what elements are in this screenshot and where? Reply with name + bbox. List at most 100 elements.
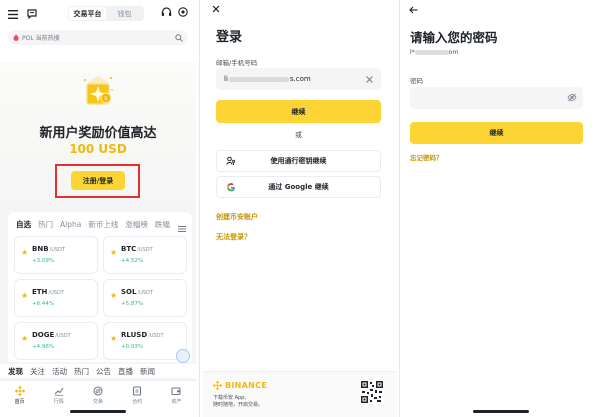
coin-card[interactable]: ★ RLUSD/USDT +0.03% bbox=[103, 322, 187, 360]
coin-symbol: BNB bbox=[32, 245, 49, 253]
coin-change: +6.44% bbox=[32, 301, 55, 307]
close-icon[interactable] bbox=[212, 5, 220, 13]
tab-hot[interactable]: 热门 bbox=[38, 219, 53, 230]
binance-logo-icon bbox=[213, 381, 222, 390]
coin-symbol: RLUSD bbox=[121, 331, 148, 339]
headset-icon[interactable] bbox=[161, 7, 172, 17]
continue-button[interactable]: 继续 bbox=[216, 100, 381, 123]
reward-icon[interactable] bbox=[178, 7, 188, 17]
message-icon[interactable] bbox=[27, 9, 37, 19]
menu-icon[interactable] bbox=[8, 9, 18, 19]
star-icon[interactable]: ★ bbox=[110, 248, 117, 257]
email-label: 邮箱/手机号码 bbox=[216, 59, 258, 67]
passkey-icon bbox=[226, 156, 236, 166]
home-screen: 交易平台 钱包 POL 当前热搜 $ 新用户奖励价值高达 100 USD 注册/… bbox=[0, 0, 196, 417]
hot-flame-icon bbox=[13, 34, 19, 41]
nav-home[interactable]: 首页 bbox=[0, 381, 39, 417]
coin-symbol: ETH bbox=[32, 288, 48, 296]
google-icon bbox=[226, 182, 236, 192]
coin-change: +5.87% bbox=[121, 301, 144, 307]
feed-tab-live[interactable]: 直播 bbox=[118, 366, 133, 377]
back-arrow-icon[interactable] bbox=[409, 6, 418, 14]
market-section: 自选 热门 Alpha 新币上线 涨幅榜 跌幅 ★ BNB/USDT +3.09… bbox=[8, 212, 192, 362]
clear-icon[interactable] bbox=[366, 75, 373, 83]
feed-tabs: 发现 关注 活动 热门 公告 直播 新闻 bbox=[0, 364, 196, 378]
bottom-nav: 首页 行情 交易 合约 资产 bbox=[0, 380, 196, 417]
login-screen: 登录 邮箱/手机号码 li s.com 继续 或 使用通行密钥继续 通过 Goog… bbox=[203, 0, 397, 417]
coin-change: +4.96% bbox=[32, 344, 55, 350]
tab-exchange[interactable]: 交易平台 bbox=[69, 7, 106, 20]
feed-tab-discover[interactable]: 发现 bbox=[8, 366, 23, 377]
coin-card[interactable]: ★ DOGE/USDT +4.96% bbox=[14, 322, 98, 360]
redacted-text bbox=[228, 76, 289, 82]
coin-card[interactable]: ★ BNB/USDT +3.09% bbox=[14, 236, 98, 274]
binance-brand: BINANCE bbox=[213, 381, 267, 390]
create-account-link[interactable]: 创建币安账户 bbox=[216, 212, 258, 222]
continue-button[interactable]: 继续 bbox=[410, 122, 583, 144]
app-download-footer: BINANCE 下载币安 App。 随时随地，开启交易。 bbox=[203, 371, 397, 417]
passkey-label: 使用通行密钥继续 bbox=[270, 157, 327, 165]
floating-action-icon[interactable] bbox=[176, 349, 190, 363]
eye-off-icon[interactable] bbox=[567, 93, 577, 102]
google-button[interactable]: 通过 Google 继续 bbox=[216, 176, 381, 198]
nav-label: 交易 bbox=[93, 399, 104, 405]
coin-quote: /USDT bbox=[48, 290, 64, 296]
top-right-actions bbox=[161, 7, 188, 17]
feed-tab-events[interactable]: 活动 bbox=[52, 366, 67, 377]
password-field[interactable] bbox=[410, 87, 583, 109]
platform-switch: 交易平台 钱包 bbox=[68, 6, 144, 21]
coin-quote: /USDT bbox=[55, 333, 71, 339]
star-icon[interactable]: ★ bbox=[21, 291, 28, 300]
nav-assets[interactable]: 资产 bbox=[157, 381, 196, 417]
screen-divider bbox=[199, 0, 200, 417]
feed-tab-announcements[interactable]: 公告 bbox=[96, 366, 111, 377]
or-divider: 或 bbox=[295, 131, 302, 139]
tab-new-listings[interactable]: 新币上线 bbox=[88, 219, 118, 230]
account-prefix: l* bbox=[410, 49, 415, 56]
register-login-button[interactable]: 注册/登录 bbox=[71, 171, 125, 190]
page-title: 登录 bbox=[216, 30, 243, 45]
tab-gainers[interactable]: 涨幅榜 bbox=[125, 219, 148, 230]
futures-icon bbox=[132, 386, 142, 396]
coin-change: +4.52% bbox=[121, 258, 144, 264]
search-icon[interactable] bbox=[175, 33, 183, 42]
coin-quote: /USDT bbox=[137, 247, 153, 253]
search-placeholder: POL 当前热搜 bbox=[22, 35, 60, 42]
coin-card[interactable]: ★ ETH/USDT +6.44% bbox=[14, 279, 98, 317]
tab-wallet[interactable]: 钱包 bbox=[106, 7, 143, 20]
account-suffix: om bbox=[448, 49, 459, 56]
feed-tab-following[interactable]: 关注 bbox=[30, 366, 45, 377]
promo-amount: 100 USD bbox=[69, 142, 127, 156]
star-icon[interactable]: ★ bbox=[110, 291, 117, 300]
home-indicator bbox=[70, 410, 126, 413]
email-suffix: s.com bbox=[289, 75, 311, 83]
search-bar[interactable]: POL 当前热搜 bbox=[8, 30, 188, 45]
feed-tab-news[interactable]: 新闻 bbox=[140, 366, 155, 377]
coin-symbol: DOGE bbox=[32, 331, 55, 339]
tab-alpha[interactable]: Alpha bbox=[60, 220, 81, 229]
coin-card[interactable]: ★ BTC/USDT +4.52% bbox=[103, 236, 187, 274]
tagline-text: 随时随地，开启交易。 bbox=[213, 402, 264, 408]
screen-divider bbox=[399, 0, 400, 417]
feed-tab-hot[interactable]: 热门 bbox=[74, 366, 89, 377]
star-icon[interactable]: ★ bbox=[110, 334, 117, 343]
passkey-button[interactable]: 使用通行密钥继续 bbox=[216, 150, 381, 172]
nav-label: 行情 bbox=[53, 399, 64, 405]
star-icon[interactable]: ★ bbox=[21, 248, 28, 257]
coin-quote: /USDT bbox=[148, 333, 164, 339]
qr-code-icon[interactable] bbox=[360, 380, 384, 404]
cant-login-link[interactable]: 无法登录？ bbox=[216, 232, 251, 242]
brand-name: BINANCE bbox=[225, 381, 268, 390]
wallet-icon bbox=[171, 386, 181, 396]
coin-card[interactable]: ★ SOL/USDT +5.87% bbox=[103, 279, 187, 317]
binance-logo-icon bbox=[14, 386, 25, 396]
tab-menu-icon[interactable] bbox=[178, 218, 188, 232]
tab-losers[interactable]: 跌幅 bbox=[155, 219, 170, 230]
tab-favorites[interactable]: 自选 bbox=[16, 219, 31, 230]
market-tabs: 自选 热门 Alpha 新币上线 涨幅榜 跌幅 bbox=[16, 218, 188, 230]
forgot-password-link[interactable]: 忘记密码？ bbox=[410, 152, 443, 162]
email-field[interactable]: li s.com bbox=[216, 68, 381, 90]
star-icon[interactable]: ★ bbox=[21, 334, 28, 343]
coin-symbol: SOL bbox=[121, 288, 137, 296]
coin-change: +0.03% bbox=[121, 344, 144, 350]
